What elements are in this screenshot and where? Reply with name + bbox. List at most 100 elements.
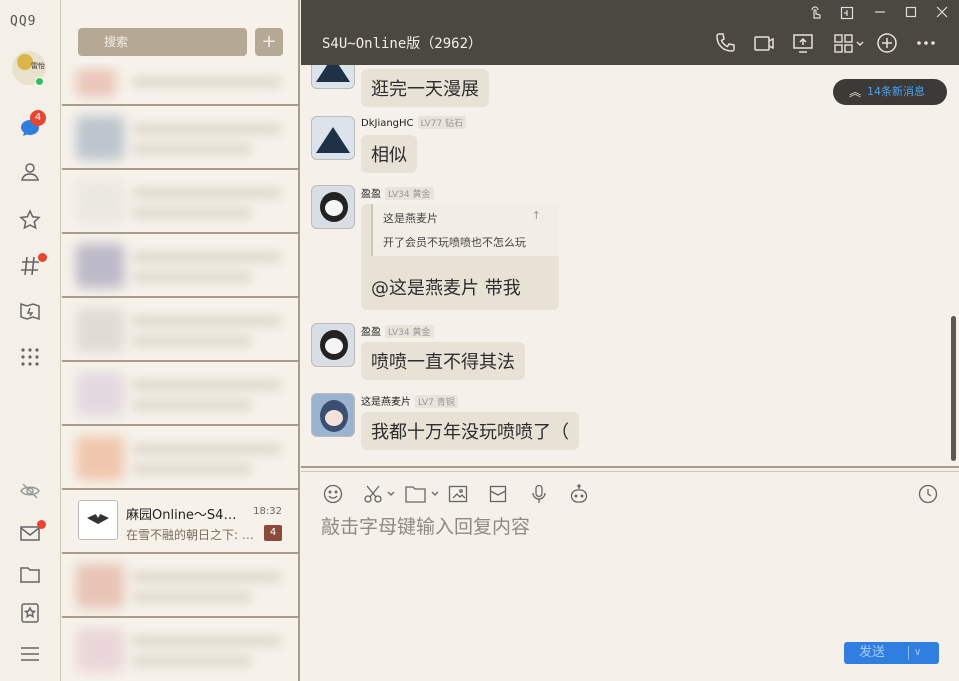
blurred-text [132, 380, 282, 390]
blurred-avatar [76, 244, 124, 288]
apps-dropdown-icon[interactable] [833, 32, 867, 54]
jump-to-quote-icon[interactable]: ↑ [532, 209, 541, 222]
message-bubble[interactable]: 喷喷一直不得其法 [361, 342, 525, 380]
robot-icon[interactable] [569, 484, 589, 504]
blurred-text [132, 572, 282, 582]
conversation-active[interactable]: 麻园Online～S4… 18:32 在雪不融的朝日之下: … 4 [62, 490, 298, 554]
list-item[interactable] [62, 170, 298, 234]
blurred-text [132, 592, 252, 602]
list-item[interactable] [62, 63, 298, 106]
message-input[interactable]: 敲击字母键输入回复内容 [321, 512, 530, 539]
apps-grid-icon[interactable] [18, 345, 42, 369]
send-button[interactable]: 发送 ∨ [844, 642, 939, 664]
blurred-text [132, 188, 282, 198]
blurred-text [132, 316, 282, 326]
online-status-dot [35, 77, 44, 86]
list-item[interactable] [62, 554, 298, 618]
blurred-text [132, 77, 282, 87]
sender-name: 盈盈 LV34 黄金 [361, 185, 434, 200]
conversation-preview: 在雪不融的朝日之下: … [126, 528, 254, 542]
blurred-text [132, 656, 252, 666]
conversation-time: 18:32 [253, 506, 282, 517]
red-packet-icon[interactable] [488, 484, 508, 504]
screenshot-icon[interactable] [363, 484, 397, 504]
add-button[interactable]: + [255, 28, 283, 56]
sender-name: 这是燕麦片 LV7 青铜 [361, 393, 458, 408]
blurred-text [132, 336, 252, 346]
message-bubble[interactable]: 逛完一天漫展 [361, 69, 489, 107]
list-item[interactable] [62, 362, 298, 426]
blurred-avatar [76, 436, 124, 480]
blurred-avatar [76, 308, 124, 352]
contacts-icon[interactable] [18, 160, 42, 184]
sender-avatar[interactable] [311, 116, 355, 160]
file-icon[interactable] [405, 484, 441, 504]
new-messages-button[interactable]: ︽ 14条新消息 [833, 79, 947, 105]
microphone-icon[interactable] [529, 484, 549, 504]
message-list: 逛完一天漫展 DkJiangHC LV77 钻石 相似 盈盈 LV34 黄金 这是燕… [301, 65, 949, 465]
hide-eye-icon[interactable] [18, 479, 42, 503]
minimize-icon[interactable] [872, 6, 888, 22]
chat-panel: S4U~Online版（2962） 逛完一天漫展 DkJiangHC LV77 … [301, 0, 959, 681]
touch-mode-icon[interactable] [808, 6, 824, 22]
level-badge: LV34 黄金 [385, 187, 434, 200]
quote-text: 开了会员不玩喷喷也不怎么玩 [383, 236, 526, 249]
blurred-text [132, 144, 252, 154]
list-item[interactable] [62, 298, 298, 362]
double-chevron-up-icon: ︽ [849, 85, 862, 99]
composer-divider[interactable] [301, 466, 959, 472]
maximize-icon[interactable] [903, 6, 919, 22]
more-icon[interactable] [915, 32, 937, 54]
message-scrollbar[interactable] [951, 316, 956, 461]
sender-name: 盈盈 LV34 黄金 [361, 323, 434, 338]
sender-avatar[interactable] [311, 323, 355, 367]
image-icon[interactable] [448, 484, 468, 504]
message-bubble[interactable]: 我都十万年没玩喷喷了（ [361, 412, 579, 450]
games-icon[interactable] [18, 299, 42, 323]
add-member-icon[interactable] [876, 32, 898, 54]
blurred-avatar [76, 69, 116, 97]
message-bubble[interactable]: 相似 [361, 135, 417, 173]
history-clock-icon[interactable] [918, 484, 938, 504]
sender-name: DkJiangHC LV77 钻石 [361, 116, 467, 129]
emoji-icon[interactable] [323, 484, 343, 504]
screen-share-icon[interactable] [792, 32, 814, 54]
close-icon[interactable] [934, 6, 950, 22]
sender-avatar[interactable] [311, 393, 355, 437]
group-avatar [78, 500, 118, 540]
message-text: @这是燕麦片 带我 [371, 278, 521, 299]
sender-avatar[interactable] [311, 185, 355, 229]
qq-logo-icon: QQ9 [10, 14, 37, 29]
level-badge: LV7 青铜 [415, 395, 458, 408]
chevron-down-icon[interactable]: ∨ [914, 642, 921, 664]
list-item[interactable] [62, 234, 298, 298]
favorites-icon[interactable] [18, 208, 42, 232]
quoted-message[interactable]: 这是燕麦片 开了会员不玩喷喷也不怎么玩 ↑ [371, 204, 559, 256]
channel-red-dot [38, 253, 47, 262]
list-item[interactable] [62, 618, 298, 681]
video-call-icon[interactable] [753, 32, 775, 54]
blurred-text [132, 124, 282, 134]
list-item[interactable] [62, 426, 298, 490]
blurred-text [132, 636, 282, 646]
blurred-avatar [76, 180, 124, 224]
blurred-text [132, 252, 282, 262]
new-messages-label: 14条新消息 [867, 85, 925, 98]
pin-window-icon[interactable] [839, 6, 855, 22]
search-input[interactable]: 搜索 [78, 28, 247, 56]
blurred-text [132, 464, 252, 474]
voice-call-icon[interactable] [714, 32, 736, 54]
blurred-text [132, 400, 252, 410]
sender-nickname: 盈盈 [361, 327, 381, 338]
avatar-text: 雷怡 [31, 62, 45, 70]
sender-avatar[interactable] [311, 65, 355, 89]
folder-icon[interactable] [18, 562, 42, 586]
blurred-text [132, 272, 252, 282]
bookmark-icon[interactable] [18, 601, 42, 625]
blurred-avatar [76, 116, 124, 160]
mail-red-dot [37, 520, 46, 529]
list-item[interactable] [62, 106, 298, 170]
menu-icon[interactable] [18, 642, 42, 666]
blurred-text [132, 208, 252, 218]
unread-badge: 4 [264, 525, 282, 541]
